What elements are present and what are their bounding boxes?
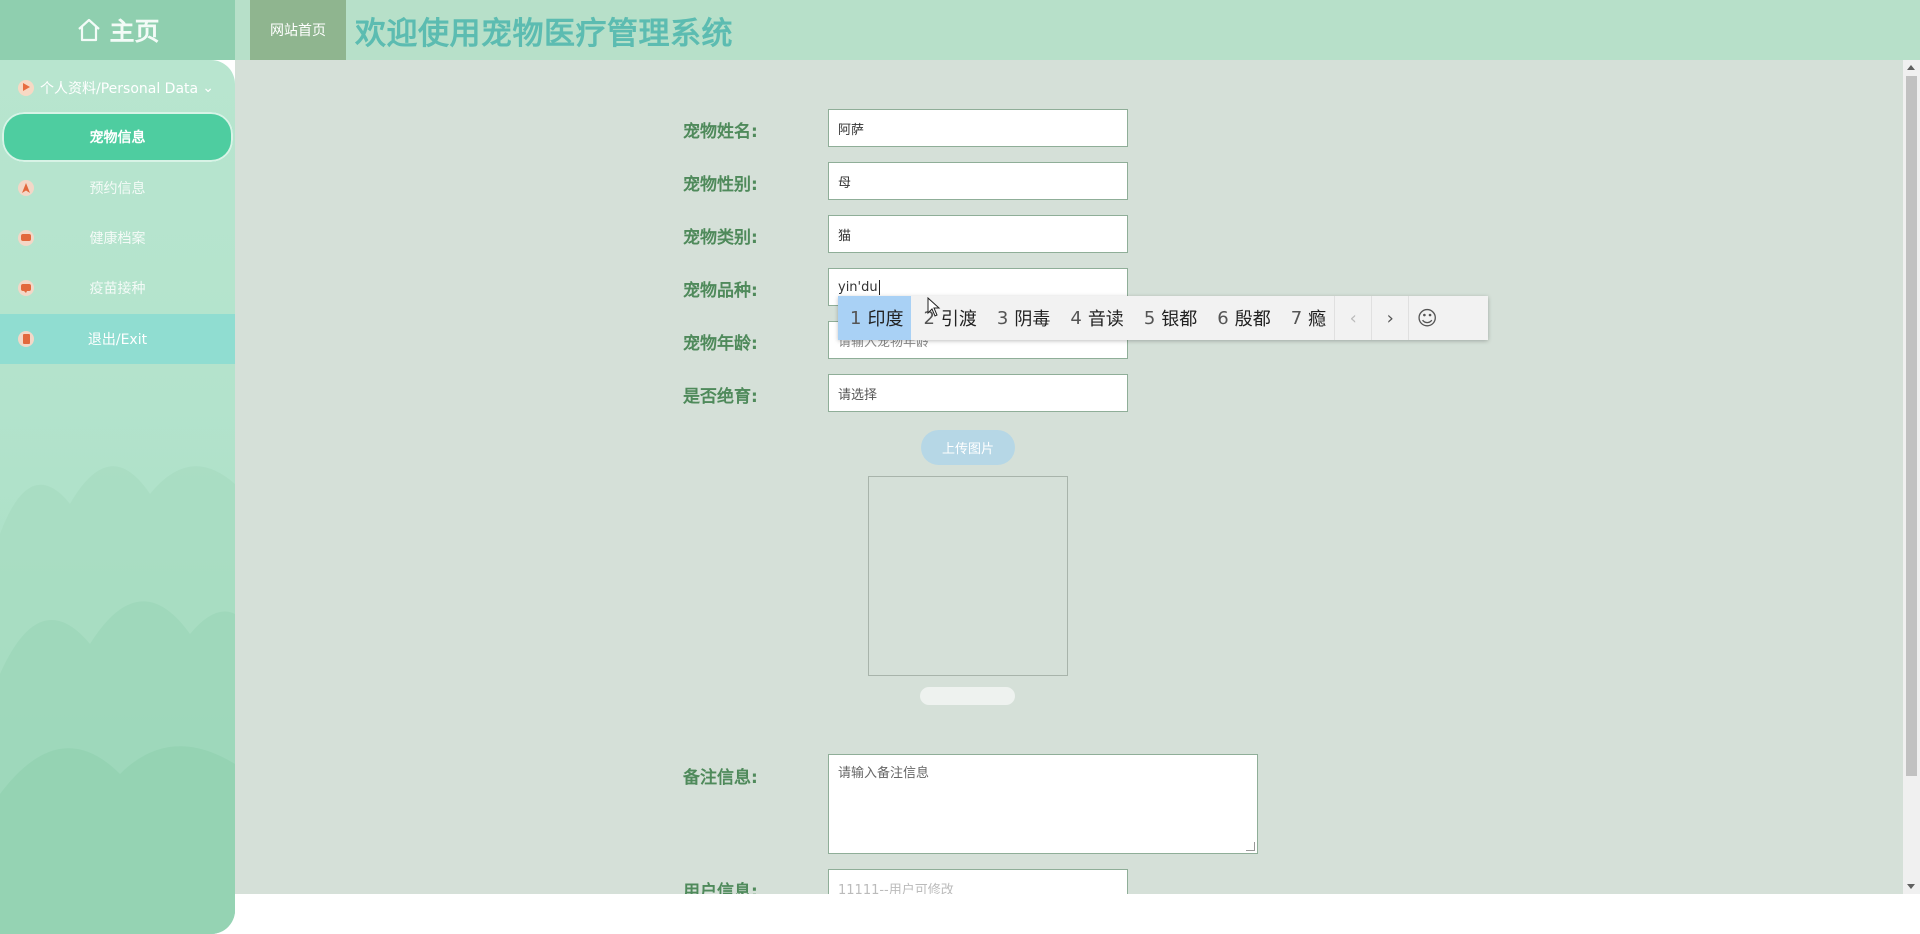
pet-breed-label: 宠物品种: <box>683 281 758 301</box>
sidebar-item-label: 健康档案 <box>89 231 146 247</box>
upload-image-button[interactable]: 上传图片 <box>921 430 1015 465</box>
top-bar: 主页 网站首页 欢迎使用宠物医疗管理系统 <box>0 0 1920 60</box>
page-title: 欢迎使用宠物医疗管理系统 <box>355 16 733 52</box>
document-icon <box>18 331 34 347</box>
chevron-left-icon[interactable]: ‹ <box>1334 296 1371 340</box>
home-link[interactable]: 主页 <box>0 0 235 60</box>
ime-candidate[interactable]: 3 阴毒 <box>985 296 1058 340</box>
ime-candidate[interactable]: 4 音读 <box>1058 296 1131 340</box>
chevron-down-icon: ⌄ <box>202 80 214 96</box>
sidebar-item-vaccination[interactable]: 疫苗接种 <box>0 263 235 313</box>
notes-label: 备注信息: <box>683 768 758 788</box>
neutered-select[interactable]: 请选择 <box>828 374 1128 412</box>
bottom-strip <box>235 894 1920 934</box>
sidebar-item-label: 疫苗接种 <box>89 281 146 297</box>
site-home-tab[interactable]: 网站首页 <box>250 0 346 60</box>
group-label: 个人资料/Personal Data <box>40 81 199 97</box>
sidebar-item-appointments[interactable]: 预约信息 <box>0 163 235 213</box>
ime-candidate[interactable]: 6 殷都 <box>1205 296 1278 340</box>
pet-age-label: 宠物年龄: <box>683 334 758 354</box>
page-scrollbar[interactable] <box>1903 60 1920 894</box>
notes-textarea[interactable]: 请输入备注信息 <box>828 754 1258 854</box>
ime-candidate[interactable]: 7瘾 <box>1279 296 1334 340</box>
ime-candidate[interactable]: 1 印度 <box>838 296 912 340</box>
flag-icon <box>18 80 34 96</box>
scroll-down-icon[interactable] <box>1907 884 1915 889</box>
notes-placeholder: 请输入备注信息 <box>838 766 930 781</box>
image-preview <box>868 476 1068 676</box>
ime-candidate[interactable]: 2 引渡 <box>911 296 984 340</box>
scroll-up-icon[interactable] <box>1907 65 1915 70</box>
personal-data-group[interactable]: 个人资料/Personal Data ⌄ <box>18 74 228 102</box>
scroll-thumb[interactable] <box>1906 76 1917 776</box>
pet-category-input[interactable]: 猫 <box>828 215 1128 253</box>
sidebar-item-health-records[interactable]: 健康档案 <box>0 213 235 263</box>
pet-gender-label: 宠物性别: <box>683 175 758 195</box>
pet-name-input[interactable]: 阿萨 <box>828 109 1128 147</box>
text-caret <box>878 279 880 295</box>
pet-name-label: 宠物姓名: <box>683 122 758 142</box>
chevron-right-icon[interactable]: › <box>1371 296 1408 340</box>
home-label: 主页 <box>109 17 160 46</box>
sidebar-item-pet-info[interactable]: 宠物信息 <box>2 112 233 162</box>
image-preview-caption <box>920 687 1015 705</box>
smiley-icon[interactable]: ☺ <box>1408 296 1445 340</box>
pet-category-label: 宠物类别: <box>683 228 758 248</box>
ime-candidate[interactable]: 5 银都 <box>1132 296 1205 340</box>
sidebar: 个人资料/Personal Data ⌄ 宠物信息 预约信息 健康档案 疫苗接种 <box>0 60 235 934</box>
sidebar-item-exit[interactable]: 退出/Exit <box>0 314 235 364</box>
sidebar-item-label: 预约信息 <box>89 181 146 197</box>
pet-breed-value: yin'du <box>838 279 878 295</box>
sidebar-item-label: 退出/Exit <box>87 332 148 348</box>
mouse-cursor-icon <box>927 297 941 317</box>
sidebar-item-label: 宠物信息 <box>89 130 146 146</box>
home-icon <box>78 18 101 42</box>
resize-handle-icon[interactable] <box>1246 842 1255 851</box>
pet-gender-input[interactable]: 母 <box>828 162 1128 200</box>
neutered-label: 是否绝育: <box>683 387 758 407</box>
mountain-background <box>0 466 235 934</box>
